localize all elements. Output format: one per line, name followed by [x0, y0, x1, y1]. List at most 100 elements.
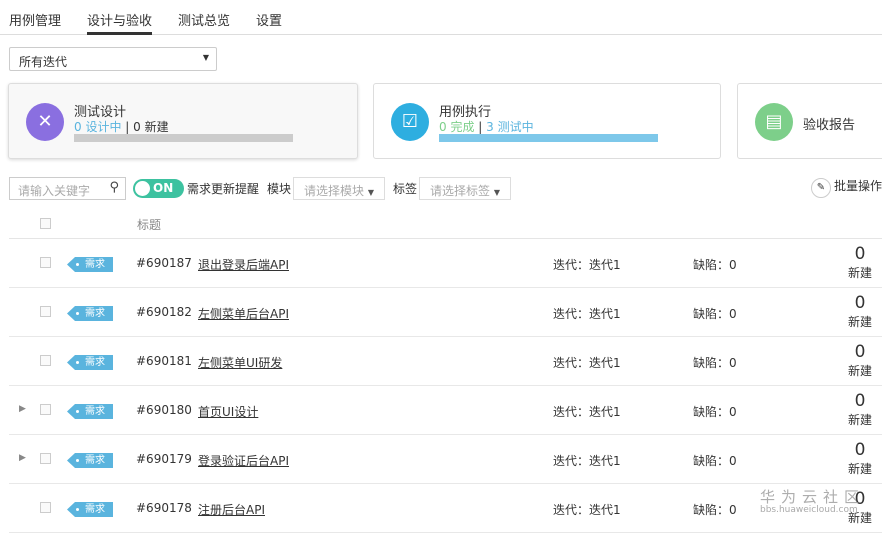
watermark-url: bbs.huaweicloud.com	[760, 505, 858, 515]
row-checkbox[interactable]	[40, 502, 51, 513]
batch-operation-button[interactable]: ✎ 批量操作	[810, 177, 882, 198]
toggle-state: ON	[153, 181, 174, 195]
iteration-select-value: 所有迭代	[19, 55, 68, 69]
row-id: #690181	[136, 354, 192, 368]
tab-design-acceptance[interactable]: 设计与验收	[87, 0, 153, 35]
search-placeholder: 请输入关键字	[18, 184, 91, 198]
expand-arrow-icon[interactable]: ▶	[19, 404, 26, 414]
count-label: 新建	[847, 315, 872, 329]
row-checkbox[interactable]	[40, 257, 51, 268]
row-id: #690182	[136, 305, 192, 319]
table-row[interactable]: 需求 #690182 左侧菜单后台API 迭代：迭代1 缺陷：0 0 新建	[9, 288, 882, 337]
toggle-label: 需求更新提醒	[187, 182, 260, 196]
table-header: 标题	[9, 210, 882, 239]
requirement-tag: 需求	[67, 404, 113, 419]
row-defects: 缺陷：0	[693, 307, 737, 321]
tag-label: 标签	[393, 182, 418, 196]
requirement-tag: 需求	[67, 306, 113, 321]
toggle-knob	[135, 181, 150, 196]
top-tabs: 用例管理 设计与验收 测试总览 设置	[0, 0, 882, 35]
row-iteration: 迭代：迭代1	[553, 356, 621, 370]
select-all-checkbox[interactable]	[40, 218, 51, 229]
row-checkbox[interactable]	[40, 453, 51, 464]
row-id: #690179	[136, 452, 192, 466]
tab-settings[interactable]: 设置	[256, 0, 282, 35]
card-stats: 0 完成 | 3 测试中	[439, 120, 534, 134]
tag-placeholder: 请选择标签	[430, 184, 491, 198]
row-defects: 缺陷：0	[693, 258, 737, 272]
row-iteration: 迭代：迭代1	[553, 405, 621, 419]
count-label: 新建	[847, 266, 872, 280]
tab-test-overview[interactable]: 测试总览	[178, 0, 230, 35]
row-checkbox[interactable]	[40, 404, 51, 415]
row-count: 0 新建	[847, 293, 873, 330]
requirement-tag: 需求	[67, 502, 113, 517]
progress-bar	[439, 134, 658, 142]
row-title-link[interactable]: 左侧菜单后台API	[198, 305, 289, 322]
row-count: 0 新建	[847, 342, 873, 379]
watermark: 华为云社区	[760, 488, 866, 506]
row-title-link[interactable]: 首页UI设计	[198, 403, 258, 420]
clipboard-icon: ▤	[755, 103, 793, 141]
table-row[interactable]: ▶ 需求 #690180 首页UI设计 迭代：迭代1 缺陷：0 0 新建	[9, 386, 882, 435]
module-placeholder: 请选择模块	[304, 184, 365, 198]
row-title-link[interactable]: 注册后台API	[198, 501, 265, 518]
progress-bar	[74, 134, 293, 142]
row-checkbox[interactable]	[40, 306, 51, 317]
card-test-design[interactable]: ✕ 测试设计 0 设计中 | 0 新建	[8, 83, 358, 159]
row-count: 0 新建	[847, 391, 873, 428]
card-acceptance-report[interactable]: ▤ 验收报告	[737, 83, 882, 159]
expand-arrow-icon[interactable]: ▶	[19, 453, 26, 463]
count-value: 0	[854, 342, 866, 362]
search-icon[interactable]: ⚲	[109, 180, 119, 195]
row-id: #690187	[136, 256, 192, 270]
checklist-icon: ☑	[391, 103, 429, 141]
count-value: 0	[854, 391, 866, 411]
row-title-link[interactable]: 退出登录后端API	[198, 256, 289, 273]
count-label: 新建	[847, 462, 872, 476]
header-title: 标题	[137, 218, 162, 232]
row-id: #690178	[136, 501, 192, 515]
stat-new: 0 新建	[133, 120, 169, 134]
table-row[interactable]: 需求 #690181 左侧菜单UI研发 迭代：迭代1 缺陷：0 0 新建	[9, 337, 882, 386]
row-checkbox[interactable]	[40, 355, 51, 366]
requirement-tag: 需求	[67, 257, 113, 272]
row-id: #690180	[136, 403, 192, 417]
count-label: 新建	[847, 413, 872, 427]
card-title: 验收报告	[803, 118, 856, 133]
count-value: 0	[854, 244, 866, 264]
count-value: 0	[854, 440, 866, 460]
requirement-update-toggle[interactable]: ON	[133, 179, 184, 198]
stat-testing: 3 测试中	[486, 120, 534, 134]
module-select[interactable]: 请选择模块 ▼	[293, 177, 385, 200]
tag-select[interactable]: 请选择标签 ▼	[419, 177, 511, 200]
batch-label: 批量操作	[833, 179, 882, 193]
toolbar: 请输入关键字 ⚲ ON 需求更新提醒 模块 请选择模块 ▼ 标签 请选择标签 ▼ …	[9, 177, 882, 200]
tab-case-management[interactable]: 用例管理	[9, 0, 61, 35]
row-iteration: 迭代：迭代1	[553, 307, 621, 321]
requirement-tag: 需求	[67, 355, 113, 370]
caret-down-icon: ▼	[367, 188, 374, 197]
row-title-link[interactable]: 左侧菜单UI研发	[198, 354, 282, 371]
row-defects: 缺陷：0	[693, 356, 737, 370]
search-input[interactable]: 请输入关键字 ⚲	[9, 177, 126, 200]
row-title-link[interactable]: 登录验证后台API	[198, 452, 289, 469]
iteration-select[interactable]: 所有迭代 ▼	[9, 47, 217, 71]
count-label: 新建	[847, 364, 872, 378]
caret-down-icon: ▼	[202, 53, 209, 62]
requirement-tag: 需求	[67, 453, 113, 468]
batch-edit-icon: ✎	[810, 178, 831, 198]
row-count: 0 新建	[847, 244, 873, 281]
stat-done: 0 完成	[439, 120, 475, 134]
row-count: 0 新建	[847, 440, 873, 477]
table-row[interactable]: ▶ 需求 #690179 登录验证后台API 迭代：迭代1 缺陷：0 0 新建	[9, 435, 882, 484]
card-stats: 0 设计中 | 0 新建	[74, 120, 169, 134]
row-defects: 缺陷：0	[693, 503, 737, 517]
stat-designing: 0 设计中	[74, 120, 122, 134]
row-defects: 缺陷：0	[693, 405, 737, 419]
table-row[interactable]: 需求 #690187 退出登录后端API 迭代：迭代1 缺陷：0 0 新建	[9, 239, 882, 288]
card-case-execution[interactable]: ☑ 用例执行 0 完成 | 3 测试中	[373, 83, 721, 159]
row-defects: 缺陷：0	[693, 454, 737, 468]
pencil-ruler-icon: ✕	[26, 103, 64, 141]
row-iteration: 迭代：迭代1	[553, 258, 621, 272]
